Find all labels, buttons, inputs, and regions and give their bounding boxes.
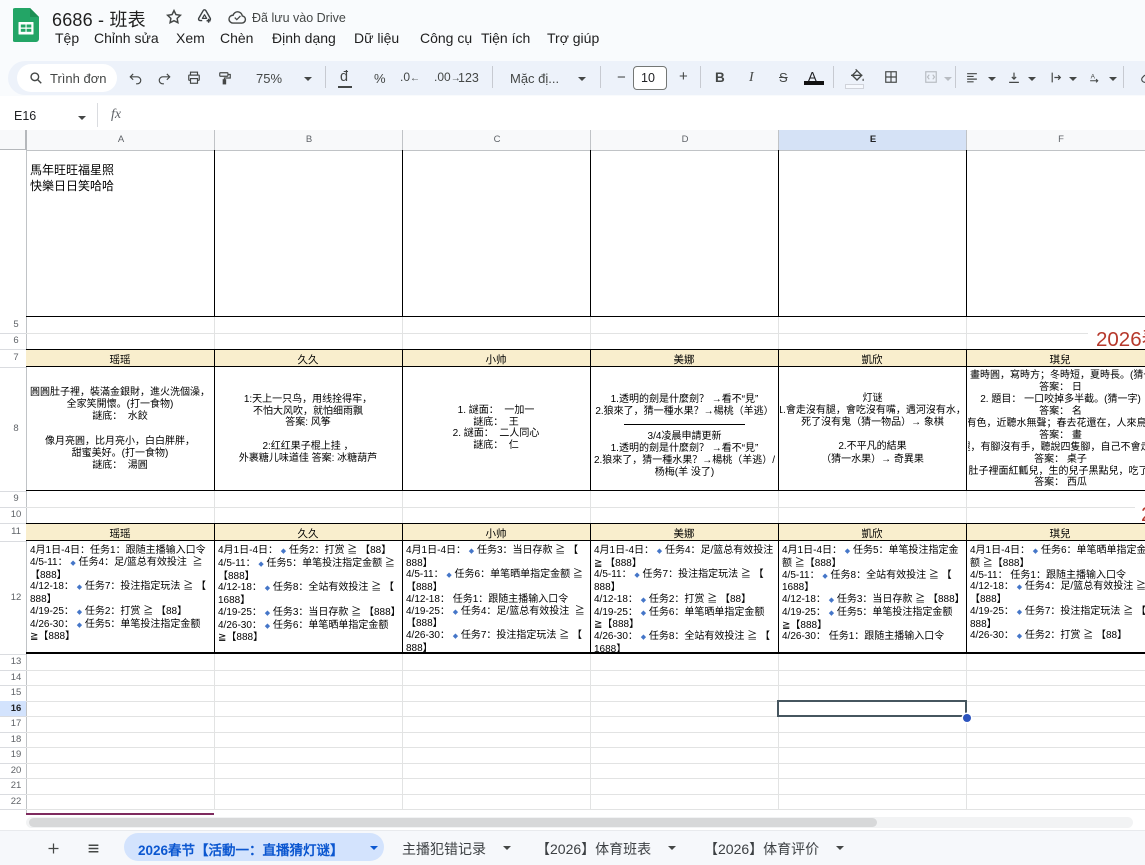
svg-text:A: A [1091,74,1096,81]
